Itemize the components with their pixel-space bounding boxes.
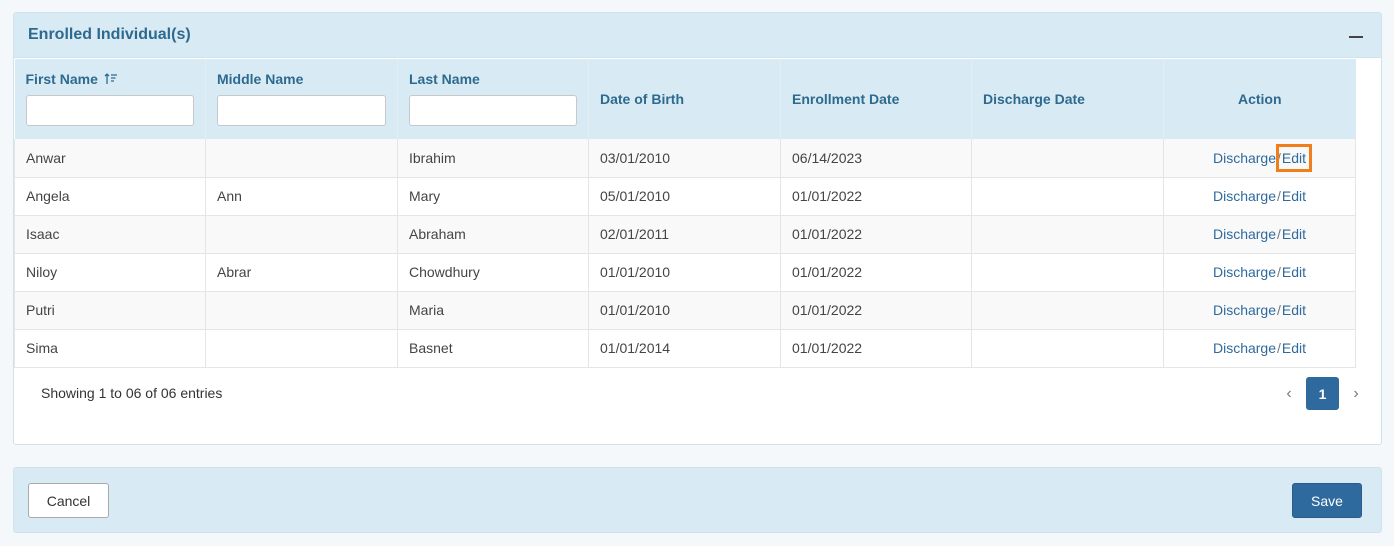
first-name-cell: Isaac bbox=[14, 215, 206, 254]
last-name-filter-input[interactable] bbox=[409, 95, 577, 126]
discharge-link[interactable]: Discharge bbox=[1213, 226, 1276, 242]
cancel-button[interactable]: Cancel bbox=[28, 483, 109, 518]
save-button[interactable]: Save bbox=[1292, 483, 1362, 518]
dob-cell: 01/01/2010 bbox=[588, 253, 781, 292]
sort-ascending-icon[interactable] bbox=[104, 72, 118, 86]
dob-cell: 01/01/2014 bbox=[588, 329, 781, 368]
discharge-date-cell bbox=[971, 139, 1164, 178]
col-first-name-label: First Name bbox=[25, 71, 98, 87]
action-cell: Discharge/Edit bbox=[1163, 139, 1356, 178]
dob-cell: 05/01/2010 bbox=[588, 177, 781, 216]
action-cell: Discharge/Edit bbox=[1163, 329, 1356, 368]
last-name-cell: Chowdhury bbox=[397, 253, 589, 292]
enrolled-table: First Name Middle Name Last Name Date of… bbox=[14, 59, 1356, 368]
first-name-cell: Putri bbox=[14, 291, 206, 330]
action-separator: / bbox=[1277, 188, 1281, 204]
action-cell: Discharge/Edit bbox=[1163, 253, 1356, 292]
edit-link[interactable]: Edit bbox=[1275, 143, 1313, 172]
table-row: Putri Maria 01/01/2010 01/01/2022 Discharge/… bbox=[14, 291, 1356, 330]
table-row: Isaac Abraham 02/01/2011 01/01/2022 Discharg… bbox=[14, 215, 1356, 254]
edit-link[interactable]: Edit bbox=[1282, 264, 1306, 280]
entries-info: Showing 1 to 06 of 06 entries bbox=[41, 385, 223, 401]
next-page-icon[interactable]: › bbox=[1342, 385, 1370, 403]
discharge-link[interactable]: Discharge bbox=[1213, 150, 1276, 166]
col-middle-name-label: Middle Name bbox=[217, 71, 304, 87]
action-cell: Discharge/Edit bbox=[1163, 291, 1356, 330]
first-name-cell: Sima bbox=[14, 329, 206, 368]
dob-cell: 01/01/2010 bbox=[588, 291, 781, 330]
discharge-date-cell bbox=[971, 215, 1164, 254]
page-1-button[interactable]: 1 bbox=[1306, 377, 1339, 410]
middle-name-filter-input[interactable] bbox=[217, 95, 386, 126]
col-last-name: Last Name bbox=[397, 59, 589, 139]
middle-name-cell bbox=[205, 291, 398, 330]
first-name-filter-input[interactable] bbox=[25, 95, 194, 126]
action-separator: / bbox=[1277, 264, 1281, 280]
action-cell: Discharge/Edit bbox=[1163, 215, 1356, 254]
middle-name-cell bbox=[205, 215, 398, 254]
enrollment-date-cell: 01/01/2022 bbox=[780, 177, 972, 216]
enrollment-date-cell: 06/14/2023 bbox=[780, 139, 972, 178]
form-actions-bar: Cancel Save bbox=[13, 467, 1382, 533]
col-first-name: First Name bbox=[14, 59, 206, 139]
action-separator: / bbox=[1277, 226, 1281, 242]
enrollment-date-cell: 01/01/2022 bbox=[780, 329, 972, 368]
last-name-cell: Abraham bbox=[397, 215, 589, 254]
panel-header: Enrolled Individual(s) bbox=[14, 13, 1381, 58]
first-name-cell: Angela bbox=[14, 177, 206, 216]
edit-link[interactable]: Edit bbox=[1282, 188, 1306, 204]
col-last-name-label: Last Name bbox=[409, 71, 480, 87]
col-enrollment-date[interactable]: Enrollment Date bbox=[780, 59, 972, 139]
middle-name-cell: Ann bbox=[205, 177, 398, 216]
enrollment-date-cell: 01/01/2022 bbox=[780, 253, 972, 292]
col-action: Action bbox=[1163, 59, 1356, 139]
dob-cell: 02/01/2011 bbox=[588, 215, 781, 254]
last-name-cell: Ibrahim bbox=[397, 139, 589, 178]
edit-link[interactable]: Edit bbox=[1282, 226, 1306, 242]
first-name-cell: Niloy bbox=[14, 253, 206, 292]
discharge-link[interactable]: Discharge bbox=[1213, 264, 1276, 280]
col-middle-name: Middle Name bbox=[205, 59, 398, 139]
edit-link[interactable]: Edit bbox=[1282, 340, 1306, 356]
table-row: Angela Ann Mary 05/01/2010 01/01/2022 Dischar… bbox=[14, 177, 1356, 216]
edit-link[interactable]: Edit bbox=[1282, 302, 1306, 318]
col-discharge-date[interactable]: Discharge Date bbox=[971, 59, 1164, 139]
middle-name-cell: Abrar bbox=[205, 253, 398, 292]
discharge-date-cell bbox=[971, 253, 1164, 292]
action-separator: / bbox=[1277, 340, 1281, 356]
table-header-row: First Name Middle Name Last Name Date of… bbox=[14, 59, 1356, 139]
dob-cell: 03/01/2010 bbox=[588, 139, 781, 178]
last-name-cell: Basnet bbox=[397, 329, 589, 368]
last-name-cell: Maria bbox=[397, 291, 589, 330]
action-cell: Discharge/Edit bbox=[1163, 177, 1356, 216]
discharge-date-cell bbox=[971, 177, 1164, 216]
col-date-of-birth[interactable]: Date of Birth bbox=[588, 59, 781, 139]
panel-title: Enrolled Individual(s) bbox=[28, 26, 191, 43]
enrollment-date-cell: 01/01/2022 bbox=[780, 215, 972, 254]
table-row: Anwar Ibrahim 03/01/2010 06/14/2023 Discharg… bbox=[14, 139, 1356, 178]
last-name-cell: Mary bbox=[397, 177, 589, 216]
middle-name-cell bbox=[205, 329, 398, 368]
prev-page-icon[interactable]: ‹ bbox=[1275, 385, 1303, 403]
enrollment-date-cell: 01/01/2022 bbox=[780, 291, 972, 330]
pagination: ‹ 1 › bbox=[1275, 377, 1370, 410]
table-row: Niloy Abrar Chowdhury 01/01/2010 01/01/2022 D… bbox=[14, 253, 1356, 292]
discharge-link[interactable]: Discharge bbox=[1213, 340, 1276, 356]
discharge-link[interactable]: Discharge bbox=[1213, 188, 1276, 204]
middle-name-cell bbox=[205, 139, 398, 178]
action-separator: / bbox=[1277, 302, 1281, 318]
first-name-cell: Anwar bbox=[14, 139, 206, 178]
discharge-date-cell bbox=[971, 329, 1164, 368]
discharge-link[interactable]: Discharge bbox=[1213, 302, 1276, 318]
collapse-icon[interactable] bbox=[1349, 36, 1363, 38]
discharge-date-cell bbox=[971, 291, 1164, 330]
table-row: Sima Basnet 01/01/2014 01/01/2022 Discharge/… bbox=[14, 329, 1356, 368]
